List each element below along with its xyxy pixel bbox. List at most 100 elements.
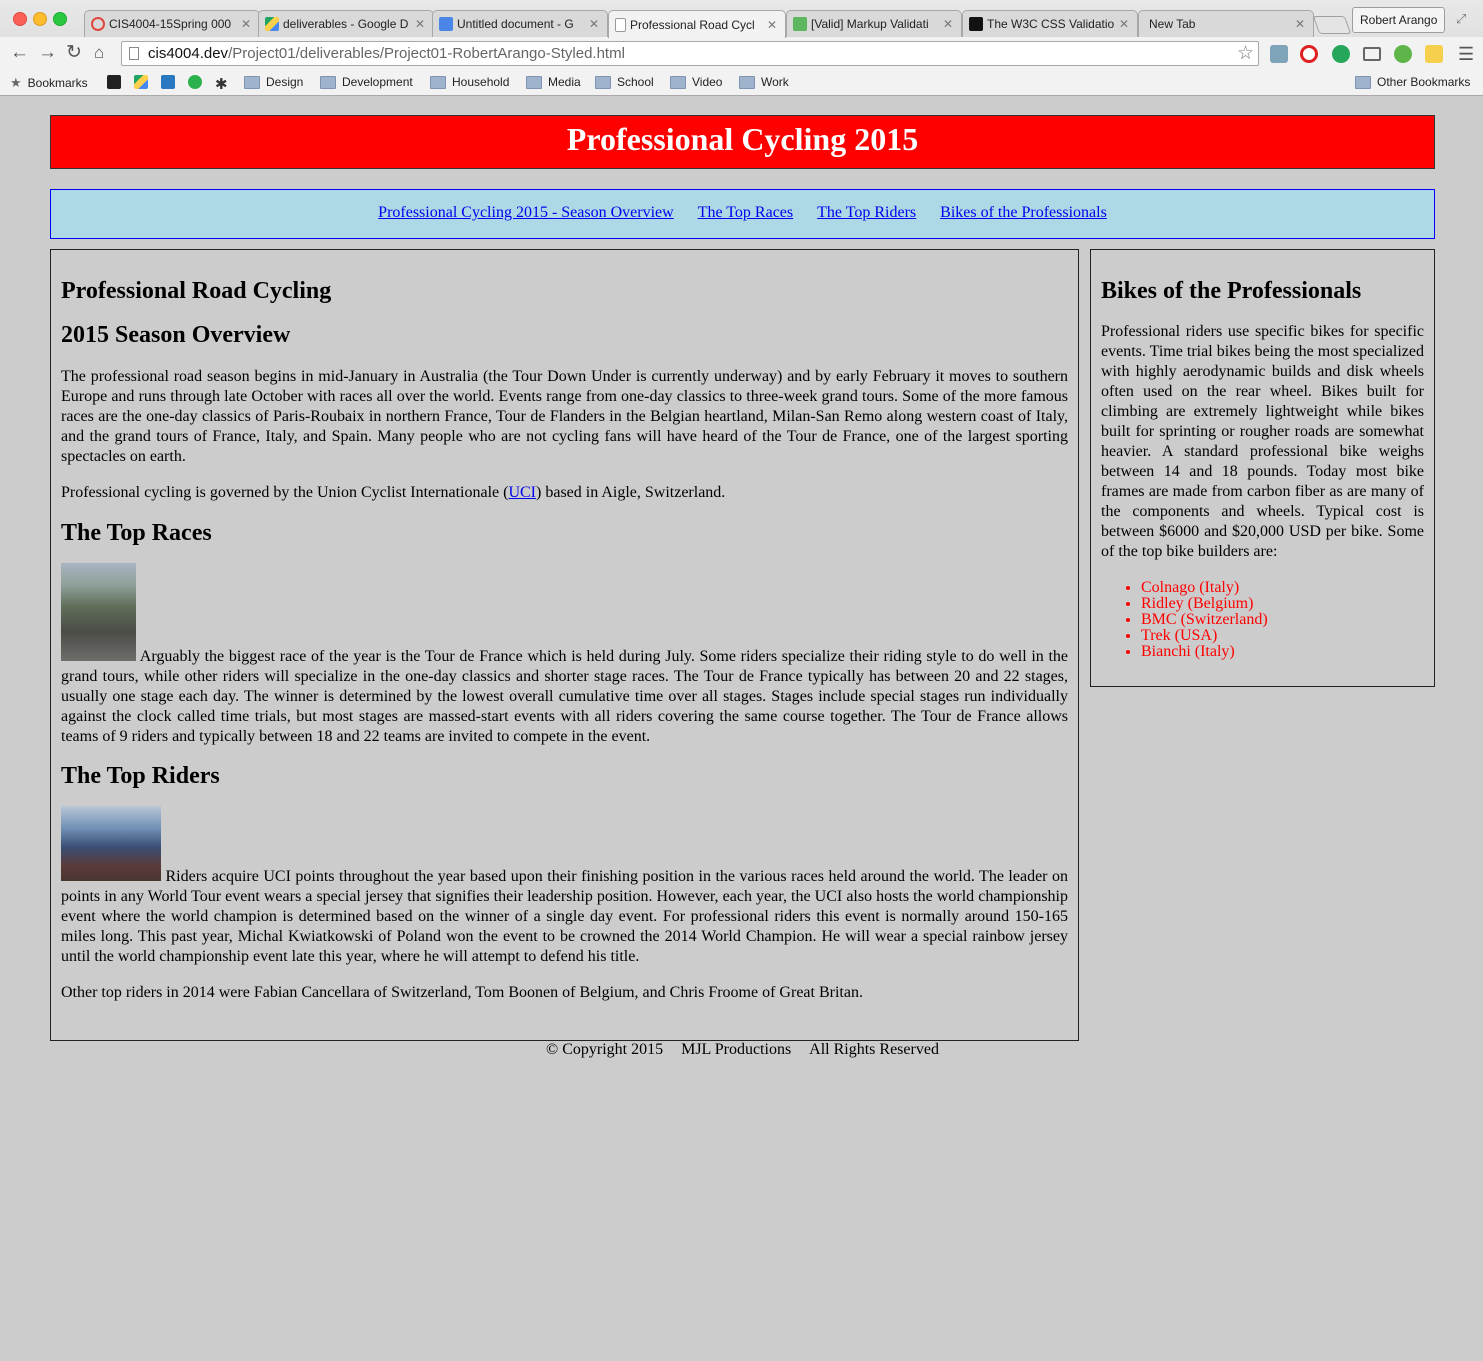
new-tab-button[interactable] (1312, 16, 1352, 34)
folder-label: Work (761, 75, 789, 89)
nav-link-top-riders[interactable]: The Top Riders (817, 204, 916, 221)
uci-link[interactable]: UCI (508, 484, 536, 501)
tab-label: Professional Road Cycl (630, 17, 755, 32)
riders-text: Riders acquire UCI points throughout the… (61, 868, 1068, 965)
window-close-button[interactable] (13, 12, 27, 26)
browser-tab[interactable]: deliverables - Google D ✕ (258, 10, 434, 37)
site-nav: Professional Cycling 2015 - Season Overv… (50, 189, 1435, 239)
bookmarks-button[interactable]: ★ Bookmarks (10, 75, 88, 91)
browser-tab[interactable]: New Tab ✕ (1138, 10, 1314, 37)
cast-icon[interactable] (1363, 47, 1381, 61)
tab-close-icon[interactable]: ✕ (1295, 17, 1305, 31)
nav-link-top-races[interactable]: The Top Races (698, 204, 793, 221)
extension-image-icon[interactable] (1270, 45, 1288, 63)
extension-yellow-icon[interactable] (1425, 45, 1443, 63)
tab-label: New Tab (1149, 17, 1196, 31)
folder-icon (320, 75, 336, 89)
window-zoom-button[interactable] (53, 12, 67, 26)
tab-label: The W3C CSS Validatio (987, 17, 1115, 31)
governance-text: Professional cycling is governed by the … (61, 484, 509, 501)
browser-tab[interactable]: Untitled document - G ✕ (432, 10, 608, 37)
folder-label: Household (452, 75, 510, 89)
chrome-menu-icon[interactable]: ☰ (1458, 44, 1474, 65)
browser-tab[interactable]: CIS4004-15Spring 000 ✕ (84, 10, 260, 37)
main-content: Professional Road Cycling 2015 Season Ov… (50, 249, 1079, 1041)
bookmark-folder[interactable]: School (595, 75, 654, 89)
nav-link-season-overview[interactable]: Professional Cycling 2015 - Season Overv… (378, 204, 674, 221)
sidebar-paragraph: Professional riders use specific bikes f… (1101, 323, 1424, 560)
w3c-css-icon (969, 17, 983, 31)
home-icon[interactable]: ⌂ (94, 42, 104, 64)
bookmark-folder[interactable]: Household (430, 75, 509, 89)
tab-label: Untitled document - G (457, 17, 574, 31)
evernote-icon[interactable] (1394, 45, 1412, 63)
section-heading-season-overview: 2015 Season Overview (61, 322, 291, 348)
footer-rights: All Rights Reserved (809, 1041, 939, 1058)
tab-close-icon[interactable]: ✕ (943, 17, 953, 31)
folder-icon (526, 75, 542, 89)
bookmark-folder[interactable]: Work (739, 75, 789, 89)
tab-close-icon[interactable]: ✕ (589, 17, 599, 31)
sidebar-bikes: Bikes of the Professionals Professional … (1090, 249, 1435, 687)
forward-arrow-icon[interactable]: → (38, 42, 57, 64)
world-champion-image (61, 806, 161, 881)
list-item: Ridley (Belgium) (1141, 596, 1424, 612)
folder-label: Video (692, 75, 723, 89)
folder-icon (1355, 75, 1371, 89)
section-heading-top-riders: The Top Riders (61, 763, 220, 789)
reload-icon[interactable]: ↻ (66, 42, 82, 64)
site-footer: © Copyright 2015 MJL Productions All Rig… (50, 1041, 1435, 1059)
tab-close-icon[interactable]: ✕ (1119, 17, 1129, 31)
folder-icon (430, 75, 446, 89)
bookmark-trello-icon[interactable] (161, 75, 175, 89)
browser-tab[interactable]: [Valid] Markup Validati ✕ (786, 10, 962, 37)
tab-label: deliverables - Google D (283, 17, 409, 31)
bike-builders-list: Colnago (Italy) Ridley (Belgium) BMC (Sw… (1101, 580, 1424, 660)
browser-tab[interactable]: The W3C CSS Validatio ✕ (962, 10, 1138, 37)
profile-button[interactable]: Robert Arango (1352, 7, 1446, 33)
sidebar-heading: Bikes of the Professionals (1101, 278, 1362, 304)
governance-paragraph: Professional cycling is governed by the … (61, 483, 1068, 503)
window-minimize-button[interactable] (33, 12, 47, 26)
governance-text: ) based in Aigle, Switzerland. (536, 484, 726, 501)
bookmark-folder[interactable]: Design (244, 75, 303, 89)
tab-label: CIS4004-15Spring 000 (109, 17, 232, 31)
tab-close-icon[interactable]: ✕ (241, 17, 251, 31)
bookmarks-bar: ★ Bookmarks ✱ Design Development Househo… (0, 71, 1483, 95)
bookmark-feedly-icon[interactable] (188, 75, 202, 89)
folder-icon (244, 75, 260, 89)
fullscreen-icon[interactable]: ⤢ (1456, 11, 1466, 27)
page-info-icon[interactable] (129, 47, 139, 60)
overview-paragraph: The professional road season begins in m… (61, 368, 1068, 465)
browser-chrome: CIS4004-15Spring 000 ✕ deliverables - Go… (0, 0, 1483, 96)
bookmark-plex-icon[interactable] (107, 75, 121, 89)
tab-strip: CIS4004-15Spring 000 ✕ deliverables - Go… (0, 0, 1483, 38)
bookmark-folder[interactable]: Development (320, 75, 413, 89)
bookmark-asterisk-icon[interactable]: ✱ (215, 75, 228, 93)
bookmark-star-icon[interactable]: ☆ (1237, 42, 1254, 65)
tab-label: [Valid] Markup Validati (811, 17, 929, 31)
browser-toolbar: ← → ↻ ⌂ cis4004.dev/Project01/deliverabl… (0, 37, 1483, 71)
other-bookmarks-folder[interactable]: Other Bookmarks (1355, 75, 1470, 89)
extension-d-icon[interactable] (1332, 45, 1350, 63)
list-item: Trek (USA) (1141, 628, 1424, 644)
bookmark-drive-icon[interactable] (134, 75, 148, 89)
section-heading-road-cycling: Professional Road Cycling (61, 278, 332, 304)
races-paragraph: Arguably the biggest race of the year is… (61, 563, 1068, 747)
w3c-validator-icon (793, 17, 807, 31)
folder-icon (595, 75, 611, 89)
page-icon (615, 17, 626, 32)
browser-tab-active[interactable]: Professional Road Cycl ✕ (608, 10, 786, 38)
tab-close-icon[interactable]: ✕ (767, 18, 777, 32)
adblock-extension-icon[interactable] (1300, 45, 1318, 63)
list-item: Colnago (Italy) (1141, 580, 1424, 596)
nav-link-bikes[interactable]: Bikes of the Professionals (940, 204, 1107, 221)
footer-copyright: © Copyright 2015 (546, 1041, 664, 1058)
bookmark-folder[interactable]: Video (670, 75, 722, 89)
bookmarks-label: Bookmarks (27, 76, 88, 90)
address-bar[interactable]: cis4004.dev/Project01/deliverables/Proje… (121, 41, 1259, 66)
back-arrow-icon[interactable]: ← (10, 42, 29, 64)
tab-close-icon[interactable]: ✕ (415, 17, 425, 31)
bookmark-folder[interactable]: Media (526, 75, 581, 89)
races-text: Arguably the biggest race of the year is… (61, 648, 1068, 745)
